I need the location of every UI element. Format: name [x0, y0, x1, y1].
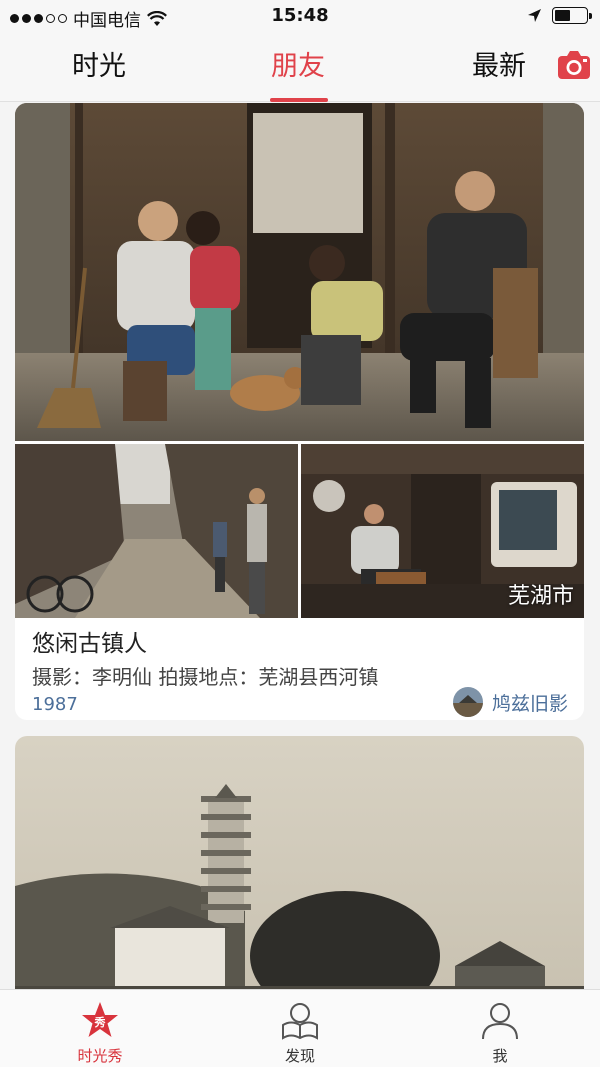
tab-time[interactable]: 时光	[72, 44, 126, 83]
bottom-tab-timeshow[interactable]: 秀 时光秀	[40, 990, 160, 1067]
battery-icon	[552, 7, 592, 24]
feed[interactable]: 芜湖市 悠闲古镇人 摄影：李明仙 拍摄地点：芜湖县西河镇 1987 鸠兹旧影	[0, 103, 600, 989]
discover-icon	[282, 1003, 318, 1040]
bottom-tab-label: 发现	[284, 1047, 315, 1065]
active-tab-indicator	[270, 98, 328, 102]
bottom-tab-bar: 秀 时光秀 发现 我	[0, 989, 600, 1067]
post-card[interactable]: 芜湖市 悠闲古镇人 摄影：李明仙 拍摄地点：芜湖县西河镇 1987 鸠兹旧影	[15, 103, 584, 720]
post-caption: 摄影：李明仙 拍摄地点：芜湖县西河镇	[32, 665, 379, 689]
camera-icon[interactable]	[556, 47, 592, 83]
post-year: 1987	[32, 694, 78, 715]
post-photo-pagoda[interactable]	[15, 736, 584, 989]
post-photo-main[interactable]	[15, 103, 584, 441]
bottom-tab-discover[interactable]: 发现	[240, 990, 360, 1067]
tab-friends[interactable]: 朋友	[271, 44, 325, 83]
bottom-tab-me[interactable]: 我	[440, 990, 560, 1067]
post-title[interactable]: 悠闲古镇人	[32, 624, 147, 658]
clock: 15:48	[271, 5, 329, 26]
author-name[interactable]: 鸠兹旧影	[492, 689, 568, 716]
post-photo-street[interactable]	[15, 444, 298, 618]
location-arrow-icon	[528, 9, 541, 22]
post-author[interactable]: 鸠兹旧影	[452, 687, 568, 717]
svg-text:秀: 秀	[94, 1015, 106, 1029]
photo-location-tag: 芜湖市	[507, 584, 574, 609]
tab-latest[interactable]: 最新	[472, 44, 526, 83]
top-nav: 时光 朋友 最新	[0, 34, 600, 102]
author-avatar[interactable]	[452, 687, 483, 717]
post-photo-interior[interactable]: 芜湖市	[301, 444, 584, 618]
person-icon	[482, 1003, 518, 1040]
star-badge-icon: 秀	[82, 1002, 118, 1037]
bottom-tab-label: 时光秀	[77, 1047, 123, 1065]
post-card[interactable]	[15, 736, 584, 989]
bottom-tab-label: 我	[492, 1047, 508, 1065]
status-bar: 中国电信 15:48	[0, 0, 600, 34]
